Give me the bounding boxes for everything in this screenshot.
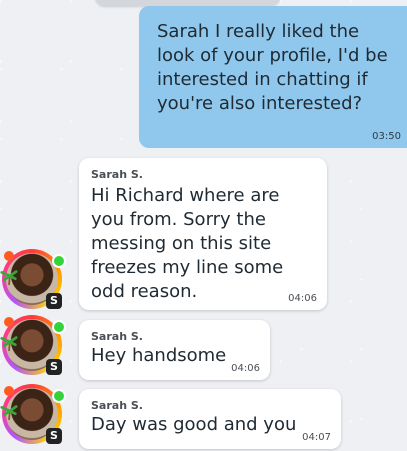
message-timestamp: 04:07 [302,432,331,443]
sender-name: Sarah S. [91,399,143,412]
online-status-dot [52,389,66,403]
sun-decoration-icon [4,317,14,327]
sender-name: Sarah S. [91,330,143,343]
message-text: Hey handsome [91,345,227,366]
palm-tree-icon [0,405,18,420]
online-status-dot [52,254,66,268]
online-status-dot [52,320,66,334]
message-text: Hi Richard where are you from. Sorry the… [91,185,284,302]
outgoing-message-bubble[interactable]: Sarah I really liked the look of your pr… [139,6,407,148]
message-text: Sarah I really liked the look of your pr… [157,21,388,114]
message-timestamp: 04:06 [231,363,260,374]
avatar-badge-icon: S [46,428,62,444]
sender-avatar[interactable]: S [0,315,66,377]
sender-avatar[interactable]: S [0,384,66,446]
avatar-badge-icon: S [46,293,62,309]
message-text: Day was good and you [91,414,297,435]
avatar-badge-icon: S [46,359,62,375]
incoming-message-bubble[interactable]: Sarah S. Hey handsome 04:06 [79,320,270,380]
palm-tree-icon [0,336,18,351]
message-timestamp: 03:50 [372,131,401,142]
palm-tree-icon [0,270,18,285]
incoming-message-bubble[interactable]: Sarah S. Hi Richard where are you from. … [79,158,327,310]
sender-avatar[interactable]: S [0,249,66,311]
incoming-message-bubble[interactable]: Sarah S. Day was good and you 04:07 [79,389,341,449]
sun-decoration-icon [4,251,14,261]
message-timestamp: 04:06 [288,293,317,304]
sender-name: Sarah S. [91,168,143,181]
sun-decoration-icon [4,386,14,396]
